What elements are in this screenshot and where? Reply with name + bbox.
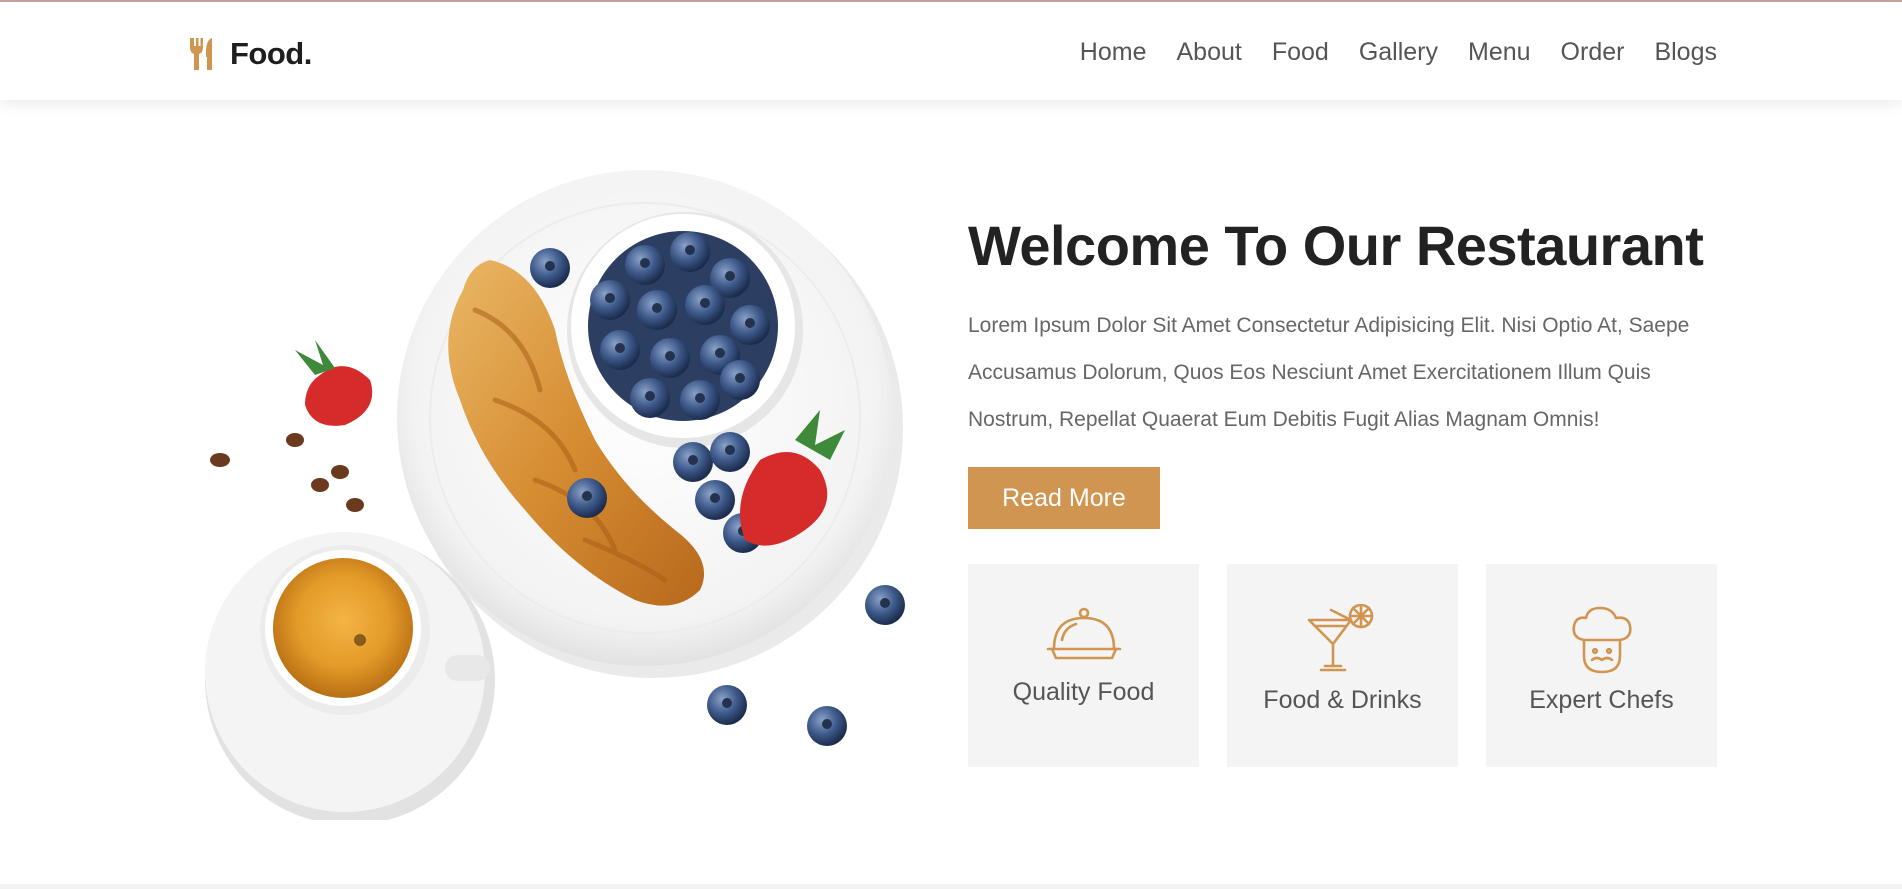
hero-description: Lorem Ipsum Dolor Sit Amet Consectetur A… <box>968 314 1690 431</box>
utensils-icon <box>190 38 212 70</box>
bottom-border <box>0 884 1902 889</box>
cloche-icon <box>1046 607 1121 660</box>
nav-food[interactable]: Food <box>1272 38 1329 67</box>
feature-label: Expert Chefs <box>1529 686 1674 714</box>
feature-card-quality-food[interactable]: Quality Food <box>968 564 1199 767</box>
feature-card-food-drinks[interactable]: Food & Drinks <box>1227 564 1458 767</box>
nav-gallery[interactable]: Gallery <box>1359 38 1438 67</box>
nav-about[interactable]: About <box>1176 38 1241 67</box>
nav-blogs[interactable]: Blogs <box>1654 38 1717 67</box>
feature-label: Quality Food <box>1012 678 1155 706</box>
brand-name: Food. <box>230 36 312 71</box>
read-more-button[interactable]: Read More <box>968 467 1160 529</box>
logo[interactable]: Food. <box>188 36 312 72</box>
nav-menu[interactable]: Menu <box>1468 38 1531 67</box>
hero-content: Welcome To Our Restaurant Lorem Ipsum Do… <box>968 212 1718 529</box>
chef-icon <box>1571 606 1632 674</box>
features-row: Quality Food Food & Drinks Expert Chefs <box>968 564 1717 767</box>
hero-section: Welcome To Our Restaurant Lorem Ipsum Do… <box>0 100 1902 883</box>
cocktail-icon <box>1307 604 1373 672</box>
breakfast-plate-image <box>205 170 905 820</box>
hero-title: Welcome To Our Restaurant <box>968 214 1704 277</box>
site-header: Food. Home About Food Gallery Menu Order… <box>0 2 1902 100</box>
feature-label: Food & Drinks <box>1263 686 1422 714</box>
nav-order[interactable]: Order <box>1561 38 1625 67</box>
nav-home[interactable]: Home <box>1080 38 1147 67</box>
feature-card-expert-chefs[interactable]: Expert Chefs <box>1486 564 1717 767</box>
main-nav: Home About Food Gallery Menu Order Blogs <box>1080 38 1717 67</box>
